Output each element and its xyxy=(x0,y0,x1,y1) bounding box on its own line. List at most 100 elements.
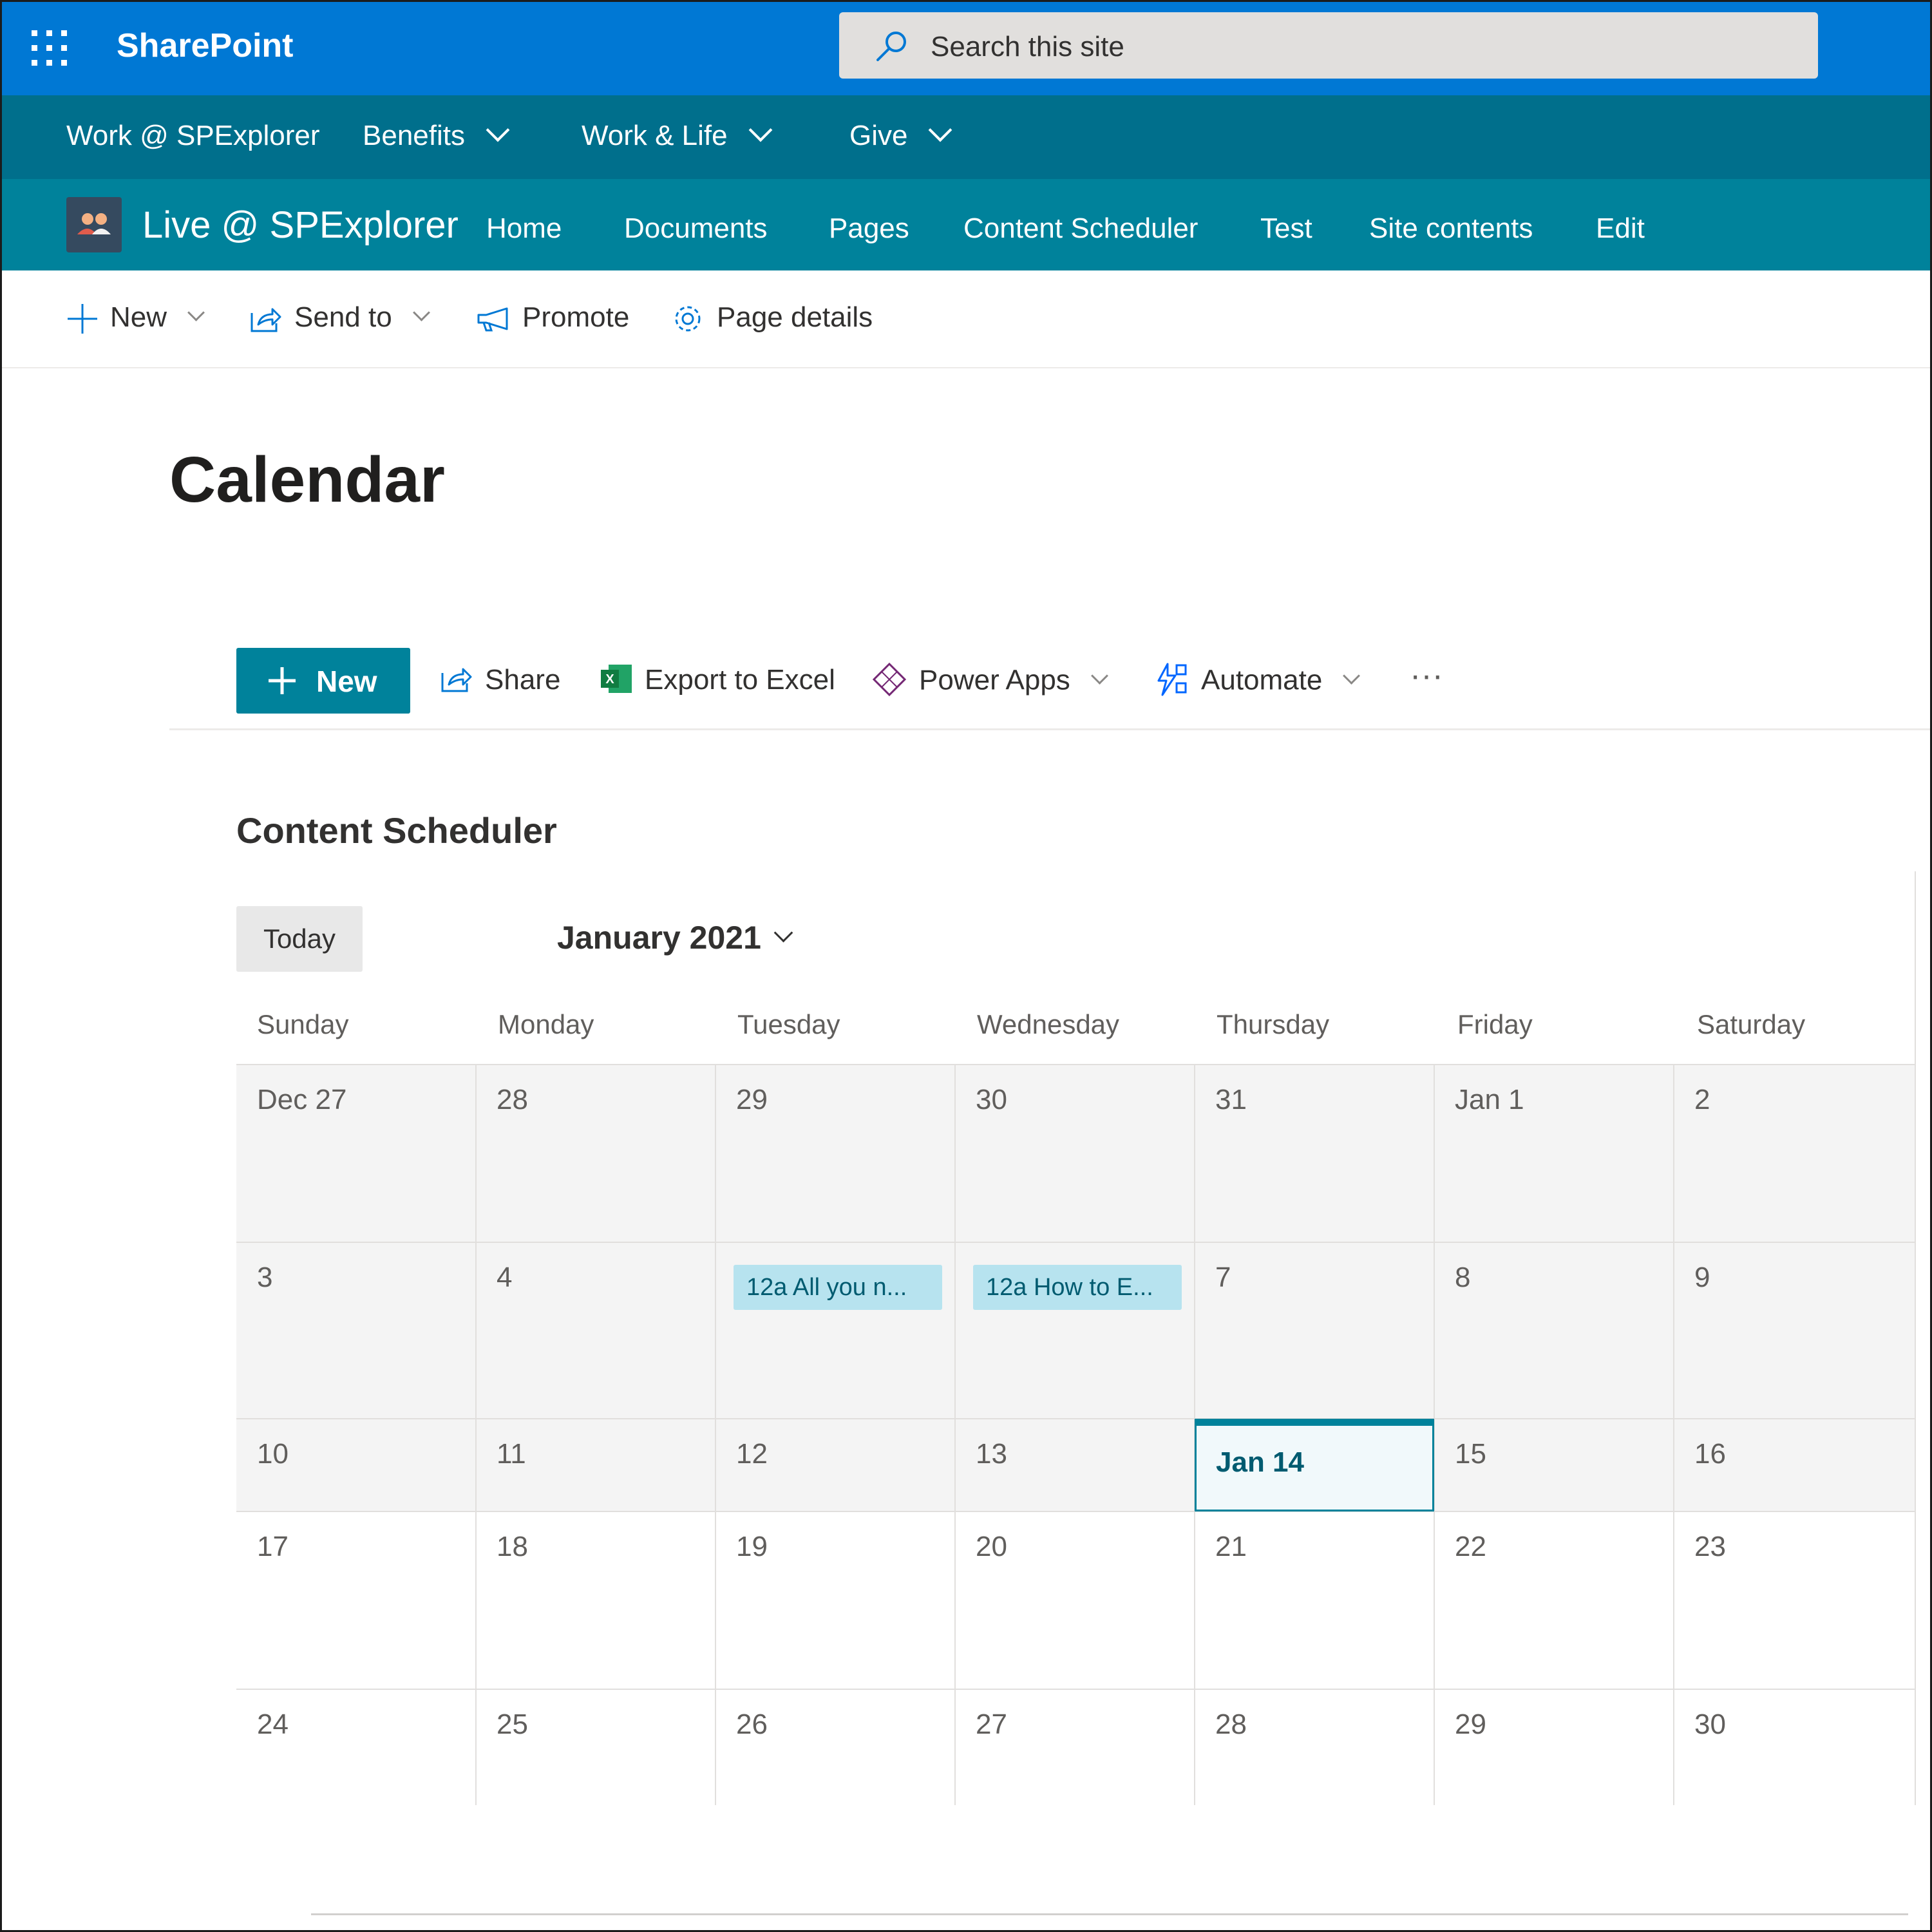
day-number: Jan 14 xyxy=(1216,1446,1304,1478)
automate-label: Automate xyxy=(1201,664,1323,696)
automate-button[interactable]: Automate xyxy=(1153,663,1361,700)
grid-line xyxy=(954,1065,956,1805)
day-number: 31 xyxy=(1215,1084,1247,1115)
day-number: 19 xyxy=(736,1531,768,1562)
weekday-header: Sunday xyxy=(257,1009,349,1039)
day-cell[interactable]: 2 xyxy=(1674,1065,1915,1242)
day-number: 13 xyxy=(976,1438,1007,1470)
site-nav-site-contents[interactable]: Site contents xyxy=(1369,213,1533,245)
day-number: 26 xyxy=(736,1709,768,1740)
site-title[interactable]: Live @ SPExplorer xyxy=(142,204,459,247)
chevron-down-icon xyxy=(773,923,793,943)
day-cell[interactable]: 28 xyxy=(476,1065,715,1242)
today-indicator xyxy=(1195,1419,1434,1426)
day-cell[interactable]: 29 xyxy=(715,1065,955,1242)
day-cell[interactable]: 16 xyxy=(1674,1419,1915,1511)
day-cell[interactable]: Jan 1 xyxy=(1434,1065,1674,1242)
day-cell[interactable]: 23 xyxy=(1674,1511,1915,1689)
day-cell[interactable]: 30 xyxy=(955,1065,1195,1242)
day-cell[interactable]: Dec 27 xyxy=(236,1065,476,1242)
day-cell[interactable]: 21 xyxy=(1195,1511,1434,1689)
power-apps-label: Power Apps xyxy=(919,664,1070,696)
day-cell[interactable]: 9 xyxy=(1674,1242,1915,1419)
day-cell[interactable]: 31 xyxy=(1195,1065,1434,1242)
grid-line xyxy=(715,1065,716,1805)
share-label: Share xyxy=(485,664,561,696)
day-number: 25 xyxy=(497,1709,528,1740)
day-cell[interactable]: 3 xyxy=(236,1242,476,1419)
app-launcher-icon[interactable] xyxy=(32,30,68,66)
day-number: 30 xyxy=(976,1084,1007,1115)
day-number: 4 xyxy=(497,1262,513,1293)
weekday-header: Monday xyxy=(498,1009,594,1039)
browser-frame: SharePoint Search this site Work @ SPExp… xyxy=(0,0,1932,1932)
day-cell[interactable]: 7 xyxy=(1195,1242,1434,1419)
promote-button[interactable]: Promote xyxy=(476,301,629,334)
day-cell[interactable]: 19 xyxy=(715,1511,955,1689)
site-nav-edit[interactable]: Edit xyxy=(1596,213,1645,245)
day-cell[interactable]: 28 xyxy=(1195,1689,1434,1805)
day-cell[interactable]: 27 xyxy=(955,1689,1195,1805)
more-options-icon[interactable]: ··· xyxy=(1410,656,1443,695)
chevron-down-icon xyxy=(1343,667,1361,685)
day-number: 10 xyxy=(257,1438,289,1470)
hub-nav-label: Work @ SPExplorer xyxy=(66,120,320,151)
day-cell[interactable]: 29 xyxy=(1434,1689,1674,1805)
hub-nav-give[interactable]: Give xyxy=(849,118,952,152)
day-cell[interactable]: 30 xyxy=(1674,1689,1915,1805)
day-number: 29 xyxy=(736,1084,768,1115)
day-cell[interactable]: 17 xyxy=(236,1511,476,1689)
day-number: 16 xyxy=(1694,1438,1726,1470)
day-cell[interactable]: 20 xyxy=(955,1511,1195,1689)
new-item-button[interactable]: New xyxy=(236,648,410,714)
grid-line xyxy=(236,1689,1915,1690)
page-details-label: Page details xyxy=(717,301,873,333)
page-title: Calendar xyxy=(169,444,445,516)
sharepoint-brand-link[interactable]: SharePoint xyxy=(117,26,294,65)
hub-nav-work-spexplorer[interactable]: Work @ SPExplorer xyxy=(66,120,320,152)
day-cell[interactable]: 11 xyxy=(476,1419,715,1511)
day-cell[interactable]: 8 xyxy=(1434,1242,1674,1419)
site-nav-home[interactable]: Home xyxy=(486,213,562,245)
calendar-event[interactable]: 12a All you n... xyxy=(734,1265,942,1310)
day-cell[interactable]: 4 xyxy=(476,1242,715,1419)
day-cell[interactable]: 18 xyxy=(476,1511,715,1689)
day-number: Jan 1 xyxy=(1455,1084,1524,1115)
search-box[interactable]: Search this site xyxy=(839,12,1818,79)
grid-line xyxy=(236,1511,1915,1512)
site-nav-documents[interactable]: Documents xyxy=(624,213,768,245)
export-to-excel-button[interactable]: X Export to Excel xyxy=(600,664,835,698)
day-number: 21 xyxy=(1215,1531,1247,1562)
power-apps-button[interactable]: Power Apps xyxy=(871,662,1108,700)
hub-nav-benefits[interactable]: Benefits xyxy=(363,118,510,152)
grid-line xyxy=(1673,1065,1674,1805)
day-number: 18 xyxy=(497,1531,528,1562)
today-day-cell[interactable]: Jan 14 xyxy=(1195,1419,1434,1511)
send-to-button[interactable]: Send to xyxy=(249,301,430,334)
share-button[interactable]: Share xyxy=(440,664,560,696)
calendar-event[interactable]: 12a How to E... xyxy=(973,1265,1182,1310)
day-cell[interactable]: 13 xyxy=(955,1419,1195,1511)
hub-nav-work-life[interactable]: Work & Life xyxy=(582,118,772,152)
day-cell[interactable]: 25 xyxy=(476,1689,715,1805)
day-cell[interactable]: 12 xyxy=(715,1419,955,1511)
share-icon xyxy=(441,668,472,692)
site-logo[interactable] xyxy=(66,197,122,252)
day-cell[interactable]: 24 xyxy=(236,1689,476,1805)
day-number: 28 xyxy=(1215,1709,1247,1740)
day-cell[interactable]: 15 xyxy=(1434,1419,1674,1511)
day-number: 15 xyxy=(1455,1438,1486,1470)
new-menu-button[interactable]: New xyxy=(66,301,205,335)
site-nav-pages[interactable]: Pages xyxy=(829,213,909,245)
site-nav-content-scheduler[interactable]: Content Scheduler xyxy=(963,213,1198,245)
send-to-label: Send to xyxy=(294,301,392,333)
month-picker[interactable]: January 2021 xyxy=(557,919,793,956)
site-nav-test[interactable]: Test xyxy=(1260,213,1312,245)
day-cell[interactable]: 10 xyxy=(236,1419,476,1511)
new-label: New xyxy=(110,301,167,333)
page-details-button[interactable]: Page details xyxy=(670,301,873,336)
divider xyxy=(311,1913,1908,1915)
today-button[interactable]: Today xyxy=(236,906,363,972)
day-cell[interactable]: 26 xyxy=(715,1689,955,1805)
day-cell[interactable]: 22 xyxy=(1434,1511,1674,1689)
